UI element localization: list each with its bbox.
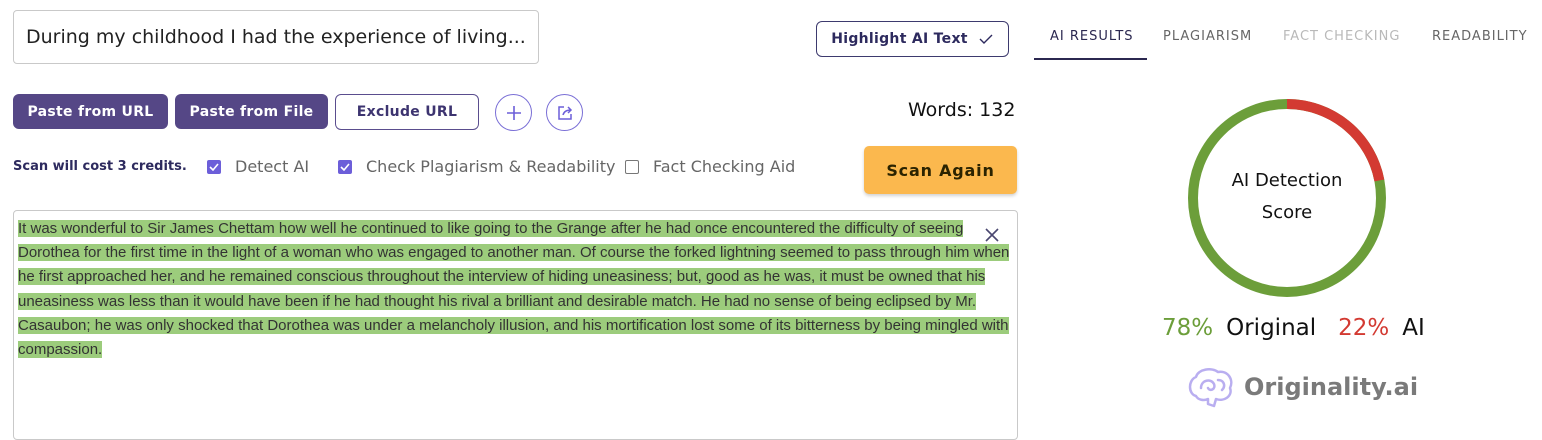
title-input[interactable]: During my childhood I had the experience… — [13, 10, 539, 64]
fact-checking-checkbox[interactable] — [625, 159, 639, 174]
detect-ai-checkbox[interactable] — [207, 159, 221, 174]
score-summary: 78% Original 22% AI — [1162, 315, 1425, 341]
content-textarea[interactable]: It was wonderful to Sir James Chettam ho… — [13, 210, 1018, 440]
plus-icon — [506, 105, 521, 120]
brain-logo-icon — [1188, 368, 1233, 408]
share-icon — [557, 105, 572, 120]
original-percent: 78% — [1162, 315, 1214, 341]
checkmark-icon — [209, 162, 219, 171]
highlight-ai-text-button[interactable]: Highlight AI Text — [816, 21, 1009, 57]
share-button[interactable] — [546, 94, 583, 131]
ai-percent: 22% — [1338, 315, 1390, 341]
tab-plagiarism[interactable]: PLAGIARISM — [1163, 29, 1252, 44]
paste-from-url-button[interactable]: Paste from URL — [13, 94, 168, 129]
fact-checking-label: Fact Checking Aid — [653, 157, 796, 176]
tab-fact-checking[interactable]: FACT CHECKING — [1283, 29, 1400, 44]
paste-from-file-button[interactable]: Paste from File — [175, 94, 328, 129]
check-plagiarism-option[interactable]: Check Plagiarism & Readability — [338, 157, 615, 176]
scan-cost-text: Scan will cost 3 credits. — [13, 159, 187, 174]
check-icon — [979, 34, 993, 44]
tab-readability[interactable]: READABILITY — [1432, 29, 1528, 44]
exclude-url-button[interactable]: Exclude URL — [335, 94, 479, 130]
close-icon — [985, 228, 999, 242]
add-button[interactable] — [495, 94, 532, 131]
content-text: It was wonderful to Sir James Chettam ho… — [18, 217, 1018, 362]
active-tab-underline — [1034, 58, 1147, 60]
fact-checking-option[interactable]: Fact Checking Aid — [625, 157, 795, 176]
word-count: Words: 132 — [908, 99, 1016, 121]
donut-center-label: AI Detection Score — [1200, 165, 1374, 229]
original-label: Original — [1226, 315, 1317, 341]
brand-logo: Originality.ai — [1186, 366, 1418, 408]
detect-ai-option[interactable]: Detect AI — [207, 157, 309, 176]
detect-ai-label: Detect AI — [235, 157, 310, 176]
clear-text-button[interactable] — [983, 226, 1001, 244]
donut-label-line2: Score — [1261, 202, 1313, 223]
ai-label: AI — [1402, 315, 1425, 341]
highlight-ai-text-label: Highlight AI Text — [831, 31, 968, 47]
check-plagiarism-label: Check Plagiarism & Readability — [366, 157, 616, 176]
checkmark-icon — [340, 162, 350, 171]
check-plagiarism-checkbox[interactable] — [338, 159, 352, 174]
tab-ai-results[interactable]: AI RESULTS — [1050, 29, 1134, 44]
brand-name: Originality.ai — [1244, 373, 1419, 401]
ai-highlighted-text: It was wonderful to Sir James Chettam ho… — [18, 220, 1010, 359]
donut-label-line1: AI Detection — [1231, 170, 1343, 191]
scan-again-button[interactable]: Scan Again — [864, 146, 1017, 194]
